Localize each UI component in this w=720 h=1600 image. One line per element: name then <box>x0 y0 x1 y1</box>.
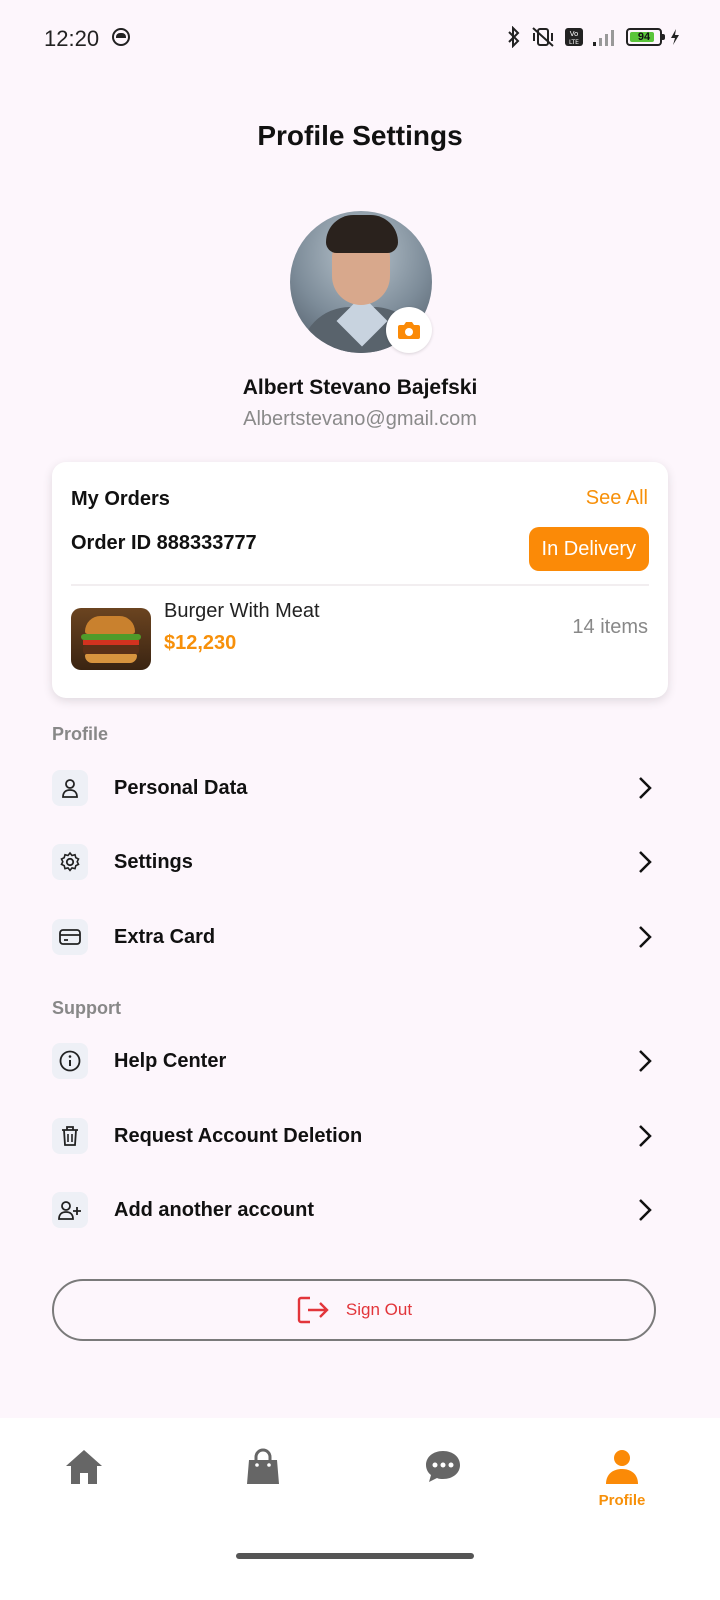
chat-icon <box>426 1451 460 1482</box>
order-item-name: Burger With Meat <box>164 600 320 622</box>
order-status-badge: In Delivery <box>528 527 649 571</box>
info-icon <box>52 1043 88 1079</box>
status-bar: 12:20 Vo LTE 94 <box>0 0 720 80</box>
user-icon <box>52 770 88 806</box>
chevron-right-icon <box>630 922 660 952</box>
order-item-price: $12,230 <box>164 632 237 654</box>
profile-icon <box>606 1450 638 1484</box>
bottom-nav: Profile <box>0 1418 720 1600</box>
logout-icon <box>297 1296 329 1324</box>
orders-card: My Orders See All Order ID 888333777 In … <box>52 462 668 698</box>
battery-level: 94 <box>637 31 651 43</box>
avatar-container <box>290 211 432 353</box>
menu-item-request-account-deletion[interactable]: Request Account Deletion <box>52 1106 668 1166</box>
sign-out-label: Sign Out <box>345 1300 413 1319</box>
nav-profile[interactable]: Profile <box>562 1448 682 1509</box>
home-icon <box>66 1450 102 1484</box>
menu-item-extra-card[interactable]: Extra Card <box>52 907 668 967</box>
user-name: Albert Stevano Bajefski <box>242 376 478 399</box>
status-icons: Vo LTE 94 <box>506 26 680 48</box>
bag-icon <box>247 1448 279 1484</box>
chevron-right-icon <box>630 1195 660 1225</box>
chevron-right-icon <box>630 773 660 803</box>
trash-icon <box>52 1118 88 1154</box>
bluetooth-icon <box>508 26 520 48</box>
menu-item-personal-data[interactable]: Personal Data <box>52 758 668 818</box>
menu-item-help-center[interactable]: Help Center <box>52 1031 668 1091</box>
menu-item-settings[interactable]: Settings <box>52 832 668 892</box>
user-plus-icon <box>52 1192 88 1228</box>
change-photo-button[interactable] <box>386 307 432 353</box>
charging-icon <box>671 29 679 45</box>
section-label-profile: Profile <box>52 724 109 744</box>
chevron-right-icon <box>630 1046 660 1076</box>
nav-profile-label: Profile <box>598 1492 646 1509</box>
sign-out-button[interactable]: Sign Out <box>52 1279 656 1341</box>
nav-orders[interactable] <box>203 1448 323 1486</box>
menu-item-label: Settings <box>114 850 193 873</box>
menu-item-label: Extra Card <box>114 925 216 948</box>
signal-icon <box>593 30 614 46</box>
nav-home[interactable] <box>24 1448 144 1486</box>
camera-icon <box>398 322 420 339</box>
home-indicator[interactable] <box>236 1553 474 1559</box>
chevron-right-icon <box>630 847 660 877</box>
card-icon <box>52 919 88 955</box>
order-id: Order ID 888333777 <box>71 532 257 554</box>
svg-text:LTE: LTE <box>569 39 579 46</box>
menu-item-label: Request Account Deletion <box>114 1124 363 1147</box>
gear-icon <box>52 844 88 880</box>
divider <box>71 584 649 586</box>
svg-text:Vo: Vo <box>570 30 579 38</box>
menu-item-label: Add another account <box>114 1198 315 1221</box>
user-email: Albertstevano@gmail.com <box>243 408 477 430</box>
battery-icon: 94 <box>626 28 665 46</box>
menu-item-add-another-account[interactable]: Add another account <box>52 1180 668 1240</box>
nav-chat[interactable] <box>383 1448 503 1484</box>
section-label-support: Support <box>52 998 121 1018</box>
volte-icon: VoLTE <box>565 28 583 46</box>
chevron-right-icon <box>630 1121 660 1151</box>
food-image <box>71 608 151 670</box>
status-time: 12:20 <box>44 26 100 51</box>
order-item-count: 14 items <box>572 616 648 638</box>
menu-item-label: Personal Data <box>114 776 248 799</box>
see-all-link[interactable]: See All <box>586 487 648 510</box>
notification-face-icon <box>112 28 130 46</box>
vibrate-off-icon <box>532 27 554 47</box>
orders-title: My Orders <box>71 488 170 510</box>
page-title: Profile Settings <box>257 120 463 151</box>
menu-item-label: Help Center <box>114 1049 227 1072</box>
